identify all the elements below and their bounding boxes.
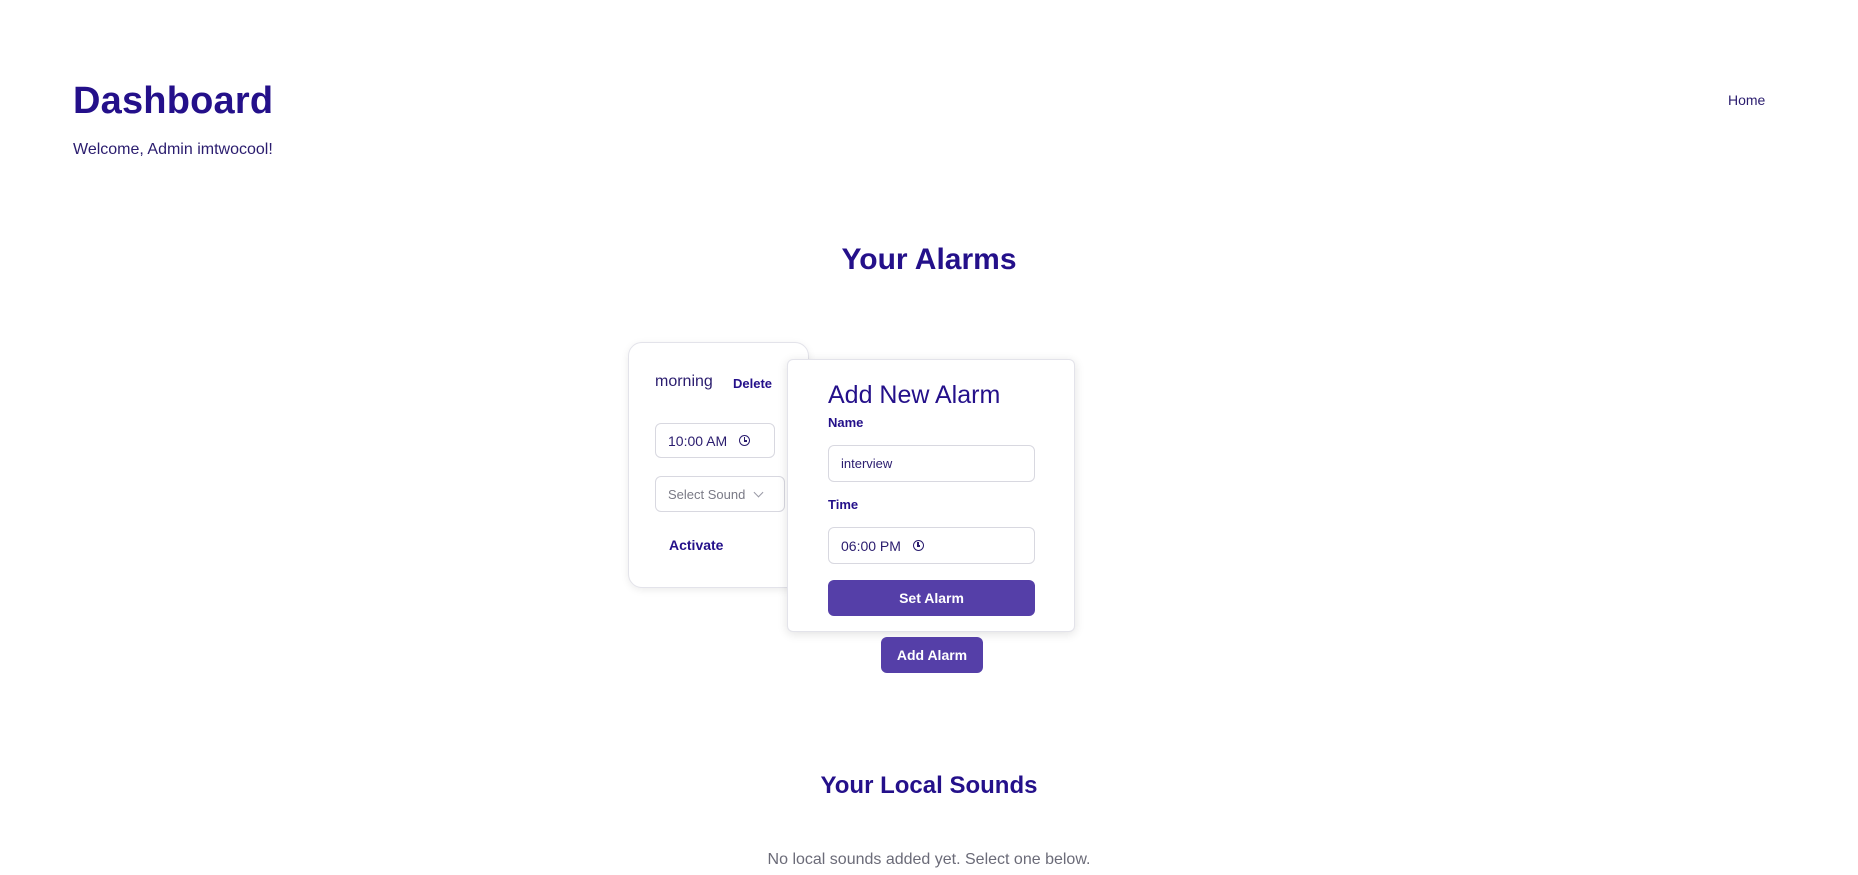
activate-alarm-button[interactable]: Activate bbox=[669, 537, 723, 553]
alarm-name-input[interactable] bbox=[828, 445, 1035, 482]
empty-sounds-message: No local sounds added yet. Select one be… bbox=[767, 851, 1091, 868]
alarm-time-value: 10:00 AM bbox=[668, 432, 728, 449]
nav-home-link[interactable]: Home bbox=[1728, 92, 1765, 108]
time-label: Time bbox=[828, 497, 859, 512]
chevron-down-icon bbox=[753, 487, 764, 497]
welcome-message: Welcome, Admin imtwocool! bbox=[73, 141, 273, 158]
alarm-time-field[interactable]: 06:00 PM bbox=[828, 527, 1035, 564]
alarm-card: morning Delete 10:00 AM Select Sound Act… bbox=[628, 342, 809, 588]
add-alarm-form-title: Add New Alarm bbox=[828, 381, 1001, 409]
alarms-section-title: Your Alarms bbox=[841, 243, 1017, 276]
add-alarm-button[interactable]: Add Alarm bbox=[881, 637, 983, 673]
delete-alarm-button[interactable]: Delete bbox=[733, 376, 772, 391]
page-title: Dashboard bbox=[73, 80, 274, 122]
alarm-time-field-value: 06:00 PM bbox=[841, 537, 901, 554]
set-alarm-button[interactable]: Set Alarm bbox=[828, 580, 1035, 616]
clock-icon[interactable] bbox=[912, 540, 924, 551]
name-label: Name bbox=[828, 415, 864, 430]
dashboard-page: Dashboard Welcome, Admin imtwocool! Home… bbox=[0, 0, 1858, 875]
add-alarm-form: Add New Alarm Name Time 06:00 PM Set Ala… bbox=[787, 359, 1075, 632]
clock-icon[interactable] bbox=[739, 435, 751, 446]
alarm-time-input[interactable]: 10:00 AM bbox=[655, 423, 775, 458]
sound-select[interactable]: Select Sound bbox=[655, 476, 785, 512]
alarm-name: morning bbox=[655, 373, 713, 390]
local-sounds-title: Your Local Sounds bbox=[820, 772, 1038, 799]
sound-select-placeholder: Select Sound bbox=[668, 486, 746, 502]
